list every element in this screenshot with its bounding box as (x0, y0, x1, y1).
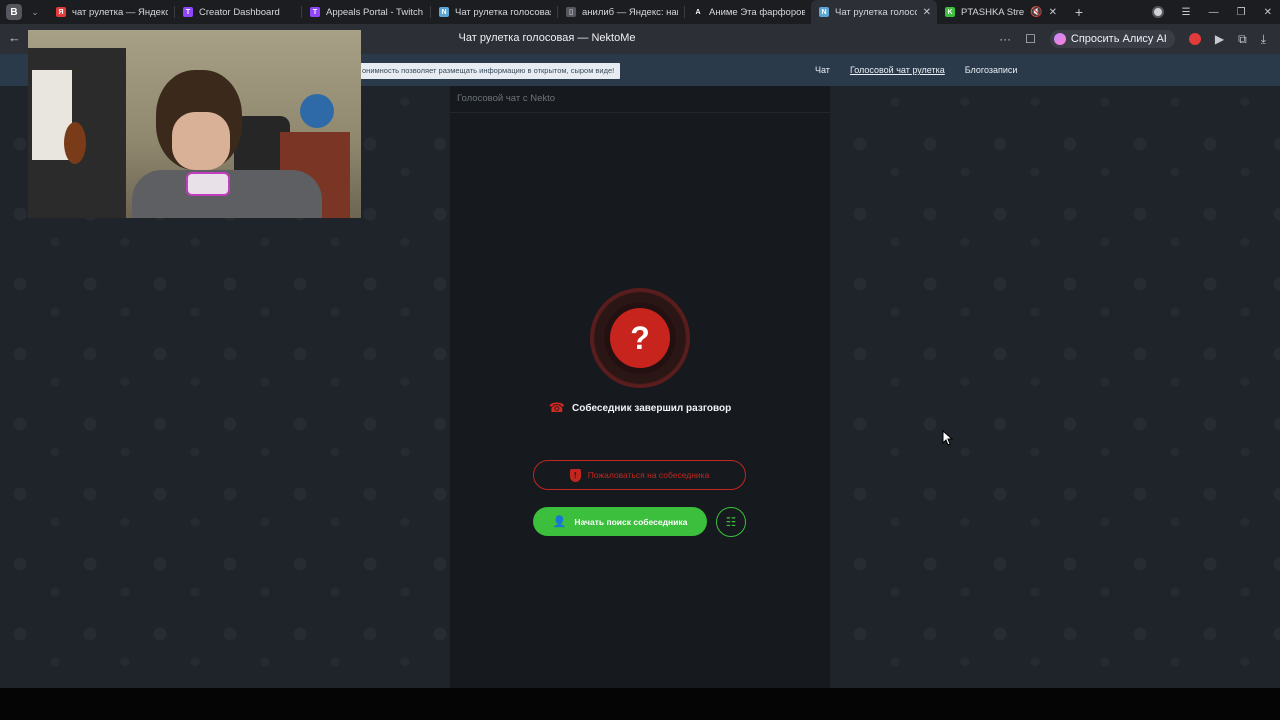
bookmark-icon[interactable]: ☐ (1025, 32, 1036, 46)
site-nav: Чат Голосовой чат рулетка Блогозаписи (815, 65, 1017, 75)
address-bar-tools: ··· ☐ Спросить Алису AI ▶ ⧉ ⤓ (999, 24, 1280, 54)
tab-title: PTASHKA Stream (961, 6, 1025, 18)
tab-anime[interactable]: A Аниме Эта фарфорова (685, 0, 811, 24)
close-tab-icon[interactable]: ✕ (923, 7, 931, 18)
tab-title: Чат рулетка голосова (835, 6, 917, 18)
question-mark-icon: ? (610, 308, 670, 368)
tab-ptashka-stream[interactable]: K PTASHKA Stream 🔇 ✕ (937, 0, 1063, 24)
download-icon[interactable]: ⤓ (1261, 32, 1266, 47)
browser-logo-icon[interactable]: B (6, 4, 22, 20)
more-dots-icon[interactable]: ··· (999, 32, 1011, 46)
voice-chat-panel: Голосовой чат с Nekto ? ☎ Собеседник зав… (450, 86, 830, 688)
browser-tab-strip: B ⌄ Я чат рулетка — Яндекс: н T Creator … (0, 0, 1280, 24)
twitch-favicon-icon: T (310, 7, 320, 17)
start-search-button[interactable]: 👤 Начать поиск собеседника (533, 507, 707, 536)
tab-appeals-portal[interactable]: T Appeals Portal - Twitch (302, 0, 430, 24)
tab-yandex-search[interactable]: Я чат рулетка — Яндекс: н (48, 0, 174, 24)
nekto-favicon-icon: N (819, 7, 829, 17)
new-tab-plus-icon[interactable]: + (1071, 4, 1087, 20)
restore-icon[interactable]: ❐ (1237, 7, 1246, 18)
page-favicon-icon: ▯ (566, 7, 576, 17)
ask-alice-button[interactable]: Спросить Алису AI (1049, 30, 1175, 48)
webcam-overlay (28, 30, 361, 218)
tab-title: анилиб — Яндекс: нашл (582, 6, 678, 18)
ask-alice-label: Спросить Алису AI (1070, 33, 1167, 45)
nekto-favicon-icon: N (439, 7, 449, 17)
alice-icon (1053, 33, 1066, 45)
profile-icon[interactable] (1151, 6, 1164, 18)
user-search-icon: 👤 (552, 516, 567, 528)
menu-hamburger-icon[interactable]: ☰ (1182, 7, 1191, 18)
call-status: ☎ Собеседник завершил разговор (450, 400, 830, 416)
close-window-icon[interactable]: ✕ (1264, 7, 1272, 18)
mouse-cursor-icon (942, 430, 954, 446)
report-user-button[interactable]: ! Пожаловаться на собеседника (533, 460, 746, 490)
tab-title: чат рулетка — Яндекс: н (72, 6, 168, 18)
bottom-black-bar (0, 688, 1280, 720)
nav-link-blog[interactable]: Блогозаписи (965, 65, 1018, 75)
mute-tab-icon[interactable]: 🔇 (1030, 7, 1042, 18)
sliders-icon: ☷ (725, 515, 737, 529)
minimize-icon[interactable]: — (1209, 7, 1219, 18)
status-emblem: ? (590, 288, 690, 388)
tab-title: Creator Dashboard (199, 6, 280, 18)
webcam-microphone (186, 172, 230, 196)
search-settings-button[interactable]: ☷ (716, 507, 746, 537)
extensions-icon[interactable]: ⧉ (1238, 32, 1247, 47)
nav-link-voice-chat[interactable]: Голосовой чат рулетка (850, 65, 945, 75)
webcam-guitar (64, 122, 86, 164)
nav-link-chat[interactable]: Чат (815, 65, 830, 75)
tab-nekto-voice-chat-active[interactable]: N Чат рулетка голосова ✕ (811, 0, 937, 24)
tab-creator-dashboard[interactable]: T Creator Dashboard (175, 0, 301, 24)
tab-title: Чат рулетка голосовая (455, 6, 551, 18)
media-play-icon[interactable]: ▶ (1215, 32, 1224, 46)
tab-anilib-search[interactable]: ▯ анилиб — Яндекс: нашл (558, 0, 684, 24)
twitch-favicon-icon: T (183, 7, 193, 17)
tab-nekto-voice-chat[interactable]: N Чат рулетка голосовая (431, 0, 557, 24)
start-search-label: Начать поиск собеседника (574, 516, 688, 527)
panel-title: Голосовой чат с Nekto (450, 86, 830, 113)
tab-list-chevron-icon[interactable]: ⌄ (28, 7, 42, 18)
tab-title: Appeals Portal - Twitch (326, 6, 423, 18)
tab-title: Аниме Эта фарфорова (709, 6, 805, 18)
webcam-globe (300, 94, 334, 128)
hang-up-phone-icon: ☎ (548, 400, 565, 415)
shield-alert-icon: ! (569, 468, 581, 482)
close-tab-icon[interactable]: ✕ (1049, 7, 1057, 18)
kick-favicon-icon: K (945, 7, 955, 17)
anonymity-notice: онимность позволяет размещать информацию… (360, 63, 621, 79)
record-extension-icon[interactable] (1188, 33, 1201, 45)
anime-favicon-icon: A (693, 7, 703, 17)
call-status-text: Собеседник завершил разговор (571, 402, 732, 414)
window-controls: ☰ — ❐ ✕ (1151, 0, 1272, 24)
report-user-label: Пожаловаться на собеседника (587, 470, 710, 480)
webcam-person-face (172, 112, 230, 170)
yandex-favicon-icon: Я (56, 7, 66, 17)
